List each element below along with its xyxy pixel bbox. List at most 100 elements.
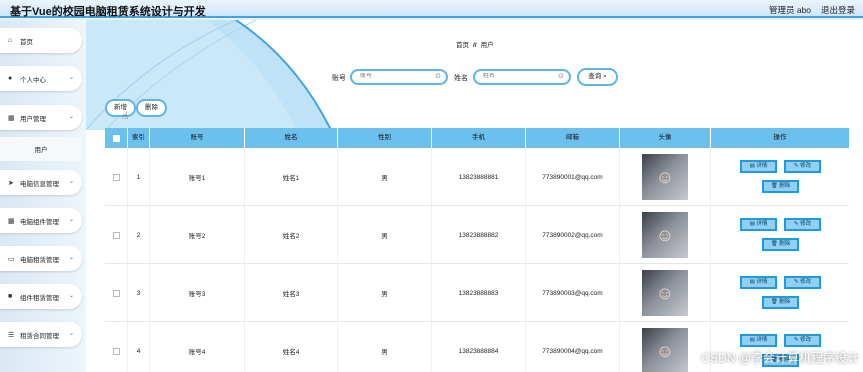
chevron-down-icon: ⌄ <box>68 179 74 185</box>
delete-label: 删除 <box>779 183 791 189</box>
edit-button[interactable]: ✎ 修改 <box>784 334 821 347</box>
edit-label: 修改 <box>800 163 812 169</box>
detail-label: 详情 <box>756 337 768 343</box>
row-delete-button[interactable]: 🗑 删除 <box>762 296 799 309</box>
detail-button[interactable]: ▤ 详情 <box>740 218 777 231</box>
chevron-down-icon: ⌄ <box>68 75 74 81</box>
logout-link[interactable]: 退出登录 <box>821 4 855 16</box>
sidebar-item-profile[interactable]: ● 个人中心 ⌄ <box>0 66 82 91</box>
edit-button[interactable]: ✎ 修改 <box>784 160 821 173</box>
name-search-box: ⊙ <box>473 69 571 85</box>
email-cell: 773890002@qq.com <box>526 206 620 264</box>
email-cell: 773890004@qq.com <box>526 322 620 372</box>
chevron-down-icon: ⌄ <box>68 255 74 261</box>
laptop-icon: ▭ <box>8 255 15 263</box>
breadcrumb: 首页 //用户 <box>456 39 494 49</box>
account-label: 账号 <box>332 75 346 82</box>
edit-button[interactable]: ✎ 修改 <box>784 218 821 231</box>
table-row: 2 账号2 姓名2 男 13823888882 773890002@qq.com… <box>105 206 849 264</box>
detail-button[interactable]: ▤ 详情 <box>740 334 777 347</box>
sidebar-item-component-rental[interactable]: ■ 组件租赁管理 ⌄ <box>0 284 82 309</box>
row-delete-button[interactable]: 🗑 删除 <box>762 238 799 251</box>
detail-label: 详情 <box>756 279 768 285</box>
home-icon: ⌂ <box>8 37 13 44</box>
account-cell: 账号4 <box>150 322 245 372</box>
row-checkbox[interactable] <box>112 231 120 239</box>
avatar-cell: ☺ <box>620 264 711 322</box>
table-row: 3 账号3 姓名3 男 13823888883 773890003@qq.com… <box>105 264 849 322</box>
header-cell-name: 姓名 <box>245 128 338 148</box>
list-icon: ☰ <box>8 331 15 339</box>
detail-label: 详情 <box>756 221 768 227</box>
avatar: ☺ <box>642 154 688 200</box>
row-checkbox[interactable] <box>112 347 120 355</box>
gender-cell: 男 <box>338 206 432 264</box>
index-cell: 3 <box>128 264 150 322</box>
sidebar: ⌂ 首页 ● 个人中心 ⌄ ▦ 用户管理 ⌄ 用户 ➤ 电脑信息管理 ⌄ ▦ 电… <box>0 20 86 372</box>
account-cell: 账号3 <box>150 264 245 322</box>
add-button[interactable]: 新增 <box>105 99 136 117</box>
header-cell-actions: 操作 <box>773 134 787 141</box>
send-icon: ➤ <box>8 179 14 187</box>
row-checkbox[interactable] <box>112 173 120 181</box>
name-cell: 姓名3 <box>245 264 338 322</box>
sidebar-item-home[interactable]: ⌂ 首页 <box>0 28 82 53</box>
edit-button[interactable]: ✎ 修改 <box>784 276 821 289</box>
grid-icon: ▦ <box>8 217 15 225</box>
account-cell: 账号2 <box>150 206 245 264</box>
table-row: 1 账号1 姓名1 男 13823888881 773890001@qq.com… <box>105 148 849 206</box>
phone-cell: 13823888883 <box>432 264 526 322</box>
sidebar-item-computer-rental[interactable]: ▭ 电脑租赁管理 ⌄ <box>0 246 82 271</box>
row-checkbox[interactable] <box>112 289 120 297</box>
header-cell-avatar: 头像 <box>620 128 711 148</box>
actions-cell: ▤ 详情 ✎ 修改 🗑 删除 <box>711 206 849 264</box>
phone-cell: 13823888882 <box>432 206 526 264</box>
sidebar-item-contracts[interactable]: ☰ 租赁合同管理 ⌄ <box>0 322 82 347</box>
grid-icon: ▦ <box>8 114 15 122</box>
detail-button[interactable]: ▤ 详情 <box>740 276 777 289</box>
sidebar-item-label: 首页 <box>20 38 33 46</box>
breadcrumb-current: 用户 <box>480 42 494 49</box>
avatar: ☺ <box>642 270 688 316</box>
search-icon: ⌕ <box>603 73 607 80</box>
detail-button[interactable]: ▤ 详情 <box>740 160 777 173</box>
select-all-checkbox[interactable] <box>112 134 120 142</box>
name-search-input[interactable] <box>483 73 567 79</box>
table-header: 索引 账号 姓名 性别 手机 邮箱 头像 操作 <box>105 128 849 148</box>
account-cell: 账号1 <box>150 148 245 206</box>
sidebar-item-computer-info[interactable]: ➤ 电脑信息管理 ⌄ <box>0 170 82 195</box>
query-button[interactable]: 查询 ⌕ <box>577 68 618 86</box>
delete-button[interactable]: 删除 <box>136 99 167 117</box>
sidebar-item-label: 电脑信息管理 <box>20 180 59 188</box>
name-label: 姓名 <box>454 75 468 82</box>
row-select-cell <box>105 264 128 322</box>
account-search-input[interactable] <box>360 73 444 79</box>
query-button-label: 查询 <box>588 73 602 80</box>
edit-label: 修改 <box>800 221 812 227</box>
actions-cell: ▤ 详情 ✎ 修改 🗑 删除 <box>711 264 849 322</box>
sidebar-subitem-users[interactable]: 用户 <box>0 137 82 161</box>
header-cell-select <box>105 128 128 148</box>
delete-label: 删除 <box>779 241 791 247</box>
gender-cell: 男 <box>338 322 432 372</box>
email-cell: 773890003@qq.com <box>526 264 620 322</box>
main-content: 首页 //用户 账号 ⊙ 姓名 ⊙ 查询 ⌕ 新增 删除 ☝ 索引 账号 姓名 性… <box>86 20 863 372</box>
breadcrumb-separator: // <box>473 42 477 49</box>
row-select-cell <box>105 148 128 206</box>
name-cell: 姓名2 <box>245 206 338 264</box>
row-delete-button[interactable]: 🗑 删除 <box>762 180 799 193</box>
sidebar-item-user-management[interactable]: ▦ 用户管理 ⌄ <box>0 105 82 130</box>
sidebar-item-label: 电脑组件管理 <box>20 218 59 226</box>
chevron-down-icon: ⌄ <box>68 217 74 223</box>
app-title: 基于Vue的校园电脑租赁系统设计与开发 <box>10 6 206 18</box>
watermark: CSDN @李会计算机程序设计 <box>701 351 859 365</box>
breadcrumb-home[interactable]: 首页 <box>456 42 469 49</box>
gender-cell: 男 <box>338 264 432 322</box>
avatar-cell: ☺ <box>620 206 711 264</box>
search-icon: ⊙ <box>435 73 441 80</box>
index-cell: 2 <box>128 206 150 264</box>
email-cell: 773890001@qq.com <box>526 148 620 206</box>
sidebar-item-components[interactable]: ▦ 电脑组件管理 ⌄ <box>0 208 82 233</box>
header-cell-email: 邮箱 <box>526 128 620 148</box>
gender-cell: 男 <box>338 148 432 206</box>
